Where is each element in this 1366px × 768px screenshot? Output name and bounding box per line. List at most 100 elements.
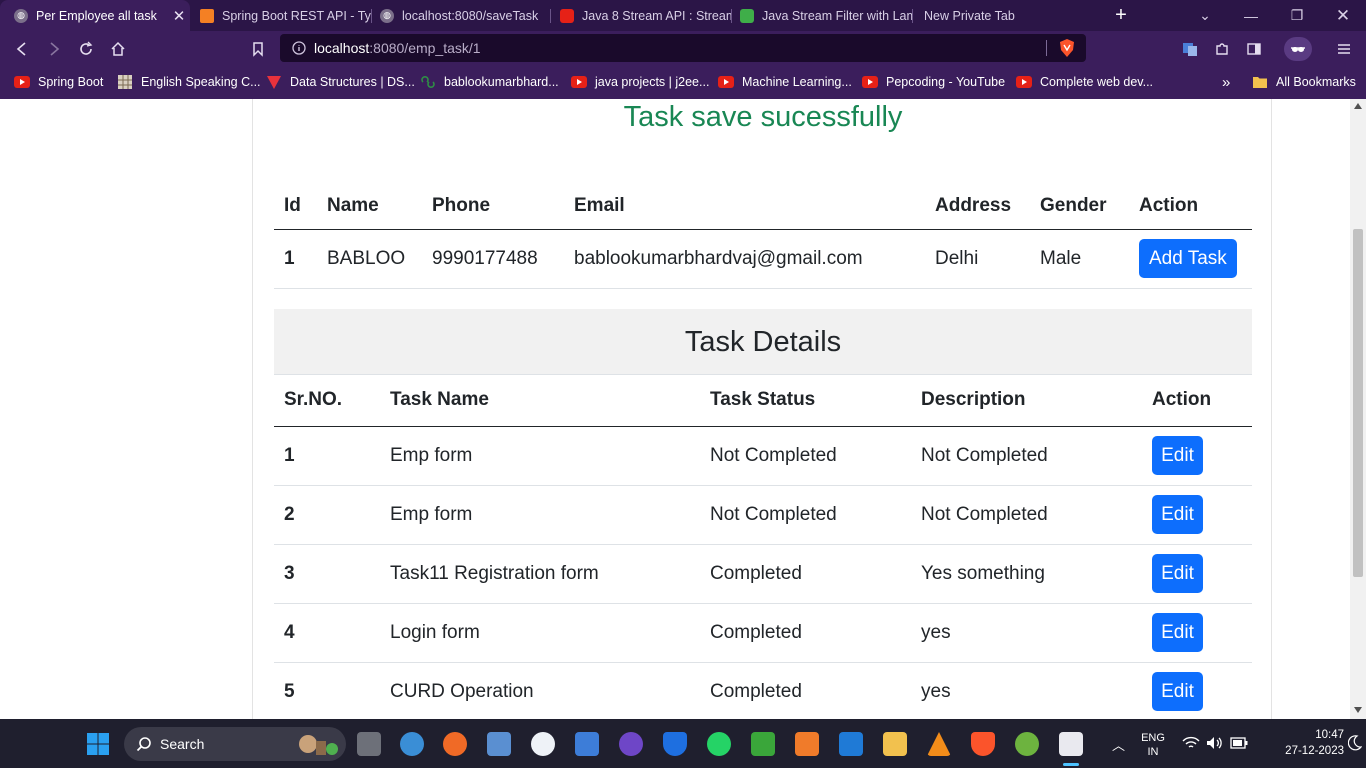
- brave-shields-icon[interactable]: [1058, 38, 1076, 58]
- employee-email: bablookumarbhardvaj@gmail.com: [564, 229, 925, 289]
- bookmark-pepcoding[interactable]: Pepcoding - YouTube: [862, 72, 1005, 92]
- employee-id: 1: [274, 229, 317, 289]
- photos-icon[interactable]: [487, 732, 511, 756]
- language-indicator[interactable]: ENG IN: [1138, 731, 1168, 759]
- site-info-icon[interactable]: [292, 41, 306, 55]
- col-header-description: Description: [911, 375, 1142, 427]
- edit-button[interactable]: Edit: [1152, 672, 1203, 711]
- page-scrollbar[interactable]: [1350, 99, 1366, 719]
- address-bar[interactable]: localhost:8080/emp_task/1: [280, 34, 1086, 62]
- vlc-icon[interactable]: [927, 732, 951, 756]
- forward-button[interactable]: [42, 37, 66, 61]
- tab-java8-stream[interactable]: Java 8 Stream API : Streams: [546, 0, 732, 31]
- employee-address: Delhi: [925, 229, 1030, 289]
- volume-icon[interactable]: [1206, 736, 1224, 750]
- home-icon: [111, 41, 125, 56]
- show-hidden-icons-chevron-icon[interactable]: ︿: [1112, 735, 1125, 754]
- minimize-button[interactable]: —: [1228, 0, 1274, 31]
- more-bookmarks-button[interactable]: »: [1222, 72, 1230, 92]
- task-view-icon[interactable]: [357, 732, 381, 756]
- bookmark-machine-learning[interactable]: Machine Learning...: [718, 72, 852, 92]
- employee-table: Id Name Phone Email Address Gender Actio…: [274, 184, 1252, 289]
- translate-icon: [1183, 43, 1197, 56]
- security-shield-icon[interactable]: [663, 732, 687, 756]
- edit-button[interactable]: Edit: [1152, 554, 1203, 593]
- col-header-action: Action: [1129, 184, 1252, 230]
- bookmark-spring-boot[interactable]: Spring Boot: [14, 72, 103, 92]
- eclipse-icon[interactable]: [531, 732, 555, 756]
- bookmark-english-speaking[interactable]: English Speaking C...: [117, 72, 261, 92]
- remote-desktop-icon[interactable]: [575, 732, 599, 756]
- private-window-button[interactable]: [1284, 37, 1312, 61]
- tab-new-private[interactable]: New Private Tab: [910, 0, 1090, 31]
- add-task-button[interactable]: Add Task: [1139, 239, 1237, 278]
- bookmark-button[interactable]: [246, 37, 270, 61]
- edit-button[interactable]: Edit: [1152, 436, 1203, 475]
- scroll-up-arrow-icon[interactable]: [1354, 103, 1362, 109]
- youtube-icon: [571, 74, 587, 90]
- extensions-button[interactable]: [1210, 37, 1234, 61]
- task-name: Task11 Registration form: [380, 544, 700, 604]
- edit-button[interactable]: Edit: [1152, 495, 1203, 534]
- close-window-button[interactable]: ✕: [1320, 0, 1366, 31]
- col-header-gender: Gender: [1030, 184, 1129, 230]
- leaf-icon: [740, 8, 754, 23]
- youtube-icon: [718, 74, 734, 90]
- task-description: Not Completed: [911, 485, 1142, 545]
- menu-button[interactable]: [1332, 37, 1356, 61]
- employee-name: BABLOO: [317, 229, 422, 289]
- file-explorer-icon[interactable]: [883, 732, 907, 756]
- bookmark-icon: [253, 42, 263, 57]
- bookmark-java-projects[interactable]: java projects | j2ee...: [571, 72, 709, 92]
- app-grid-icon[interactable]: [795, 732, 819, 756]
- back-button[interactable]: [10, 37, 34, 61]
- whatsapp-icon[interactable]: [707, 732, 731, 756]
- maximize-button[interactable]: ❐: [1274, 0, 1320, 31]
- success-message: Task save sucessfully: [623, 101, 903, 133]
- task-status: Not Completed: [700, 426, 911, 486]
- tab-spring-boot-rest[interactable]: Spring Boot REST API - Typ: [186, 0, 372, 31]
- col-header-name: Name: [317, 184, 422, 230]
- edit-button[interactable]: Edit: [1152, 613, 1203, 652]
- new-tab-button[interactable]: +: [1110, 4, 1132, 26]
- active-app-icon[interactable]: [1059, 732, 1083, 756]
- bookmark-data-structures[interactable]: Data Structures | DS...: [266, 72, 415, 92]
- wifi-icon[interactable]: [1182, 736, 1200, 750]
- spreadsheet-icon[interactable]: [751, 732, 775, 756]
- postman-icon[interactable]: [443, 732, 467, 756]
- scroll-down-arrow-icon[interactable]: [1354, 707, 1362, 713]
- home-button[interactable]: [106, 37, 130, 61]
- translate-button[interactable]: [1178, 37, 1202, 61]
- col-header-phone: Phone: [422, 184, 564, 230]
- url-text[interactable]: localhost:8080/emp_task/1: [314, 40, 481, 56]
- youtube-icon: [560, 8, 574, 23]
- battery-icon[interactable]: [1230, 737, 1248, 749]
- notification-moon-icon[interactable]: [1348, 735, 1362, 751]
- all-bookmarks-button[interactable]: All Bookmarks: [1252, 72, 1356, 92]
- windows-start-icon[interactable]: [86, 732, 110, 756]
- vscode-icon[interactable]: [839, 732, 863, 756]
- task-name: Emp form: [380, 485, 700, 545]
- spring-tool-suite-icon[interactable]: [1015, 732, 1039, 756]
- widgets-icon[interactable]: [400, 732, 424, 756]
- brave-browser-icon[interactable]: [971, 732, 995, 756]
- search-highlight-image-icon: [299, 735, 338, 755]
- scroll-thumb[interactable]: [1353, 229, 1363, 577]
- tab-per-employee[interactable]: ◍ Per Employee all task ✕: [0, 0, 190, 31]
- tab-localhost-savetask[interactable]: ◍ localhost:8080/saveTask: [366, 0, 552, 31]
- taskbar-search[interactable]: Search: [124, 727, 346, 761]
- tab-strip: ◍ Per Employee all task ✕ Spring Boot RE…: [0, 0, 1366, 31]
- task-sr: 5: [274, 662, 380, 719]
- globe-icon: ◍: [14, 8, 28, 23]
- github-desktop-icon[interactable]: [619, 732, 643, 756]
- gfg-icon: [420, 74, 436, 90]
- table-row: 1 Emp form Not Completed Not Completed E…: [274, 426, 1252, 486]
- action-cell: Edit: [1142, 603, 1252, 663]
- clock[interactable]: 10:47 27-12-2023: [1284, 727, 1344, 759]
- sidebar-button[interactable]: [1242, 37, 1266, 61]
- tab-search-chevron-icon[interactable]: ⌄: [1182, 0, 1228, 31]
- tab-java-stream-filter[interactable]: Java Stream Filter with Lam: [726, 0, 912, 31]
- bookmark-geeksforgeeks[interactable]: bablookumarbhard...: [420, 72, 559, 92]
- bookmark-complete-web-dev[interactable]: Complete web dev...: [1016, 72, 1153, 92]
- reload-button[interactable]: [74, 37, 98, 61]
